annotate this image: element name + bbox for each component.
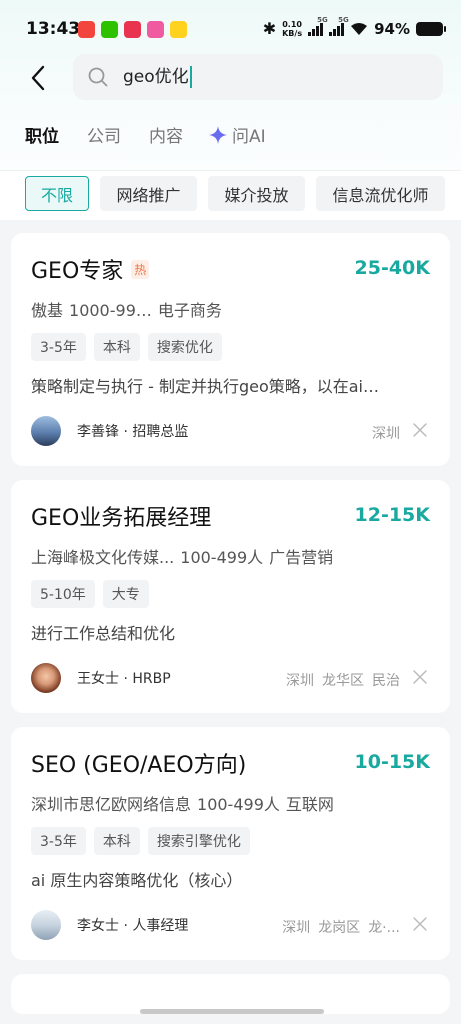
job-tag: 5-10年 (31, 580, 95, 608)
company-industry: 广告营销 (269, 548, 334, 567)
app-notification-icon (124, 21, 141, 38)
filter-chip-unlimited[interactable]: 不限 (25, 176, 89, 211)
filter-chip-network-promotion[interactable]: 网络推广 (100, 176, 197, 211)
search-input[interactable]: geo优化 (123, 66, 192, 88)
recruiter-name: 王女士 · HRBP (77, 671, 171, 687)
back-button[interactable] (22, 60, 54, 96)
hot-badge: 热 (131, 259, 150, 279)
status-bar: 13:43 ✱ 0.10 KB/s 5G 5G 94% (0, 0, 461, 58)
job-card[interactable]: GEO业务拓展经理 12-15K 上海峰极文化传媒... 100-499人 广告营销… (11, 480, 450, 713)
company-name: 深圳市思亿欧网络信息 (31, 795, 192, 814)
job-location: 深圳 龙华区 民治 (286, 673, 400, 689)
tab-companies[interactable]: 公司 (87, 122, 121, 147)
filter-chip-feed-optimizer[interactable]: 信息流优化师 (316, 176, 445, 211)
job-tag: 搜索引擎优化 (147, 827, 250, 855)
battery-icon (416, 21, 446, 36)
notification-icons (78, 21, 187, 38)
job-title: GEO专家 (31, 259, 124, 284)
job-title: SEO (GEO/AEO方向) (31, 753, 247, 778)
tab-ask-ai[interactable]: 问AI (208, 122, 266, 147)
job-tags: 3-5年 本科 搜索优化 (31, 333, 222, 361)
job-description: 进行工作总结和优化 (31, 624, 176, 643)
chevron-left-icon (31, 65, 45, 91)
company-industry: 电子商务 (157, 301, 222, 320)
signal-icon: 5G (329, 16, 349, 36)
company-info: 傲基 1000-99… 电子商务 (31, 297, 228, 321)
company-name: 傲基 (31, 301, 64, 320)
status-time: 13:43 (26, 19, 81, 39)
recruiter-name: 李女士 · 人事经理 (77, 918, 189, 934)
job-tag: 3-5年 (31, 827, 86, 855)
job-tag: 大专 (102, 580, 149, 608)
company-info: 上海峰极文化传媒... 100-499人 广告营销 (31, 544, 339, 568)
company-size: 100-499人 (197, 795, 280, 814)
filter-chip-media-placement[interactable]: 媒介投放 (208, 176, 305, 211)
close-icon[interactable] (412, 669, 428, 685)
wechat-icon (101, 21, 118, 38)
job-salary: 12-15K (354, 504, 431, 526)
bluetooth-icon: ✱ (262, 19, 277, 38)
company-size: 100-499人 (180, 548, 264, 567)
signal-icon: 5G (308, 16, 328, 36)
app-notification-icon (147, 21, 164, 38)
company-industry: 互联网 (285, 795, 334, 814)
recruiter-name: 李善锋 · 招聘总监 (77, 424, 189, 440)
avatar (31, 416, 61, 446)
job-tag: 本科 (93, 827, 140, 855)
recruiter: 王女士 · HRBP (31, 663, 171, 693)
job-card[interactable]: GEO专家 热 25-40K 傲基 1000-99… 电子商务 3-5年 本科 搜索… (11, 233, 450, 466)
job-salary: 10-15K (354, 751, 431, 773)
job-title: GEO业务拓展经理 (31, 506, 212, 531)
job-tags: 3-5年 本科 搜索引擎优化 (31, 827, 250, 855)
filter-bar: 不限 网络推广 媒介投放 信息流优化师 (0, 170, 461, 216)
job-tag: 3-5年 (31, 333, 86, 361)
sparkle-icon (209, 125, 227, 144)
battery-percent: 94% (374, 19, 410, 38)
tab-content[interactable]: 内容 (149, 122, 183, 147)
job-tag: 搜索优化 (147, 333, 222, 361)
close-icon[interactable] (412, 916, 428, 932)
network-speed: 0.10 KB/s (282, 19, 303, 38)
job-description: ai 原生内容策略优化（核心） (31, 871, 243, 890)
job-description: 策略制定与执行 - 制定并执行geo策略，以在ai… (31, 377, 379, 396)
search-box[interactable]: geo优化 (73, 54, 443, 100)
job-location: 深圳 (372, 426, 400, 442)
job-card[interactable] (11, 974, 450, 1014)
avatar (31, 663, 61, 693)
avatar (31, 910, 61, 940)
company-info: 深圳市思亿欧网络信息 100-499人 互联网 (31, 791, 340, 815)
job-salary: 25-40K (354, 257, 431, 279)
home-indicator (140, 1009, 324, 1014)
result-tabs: 职位 公司 内容 问AI (0, 116, 461, 152)
job-tag: 本科 (93, 333, 140, 361)
company-name: 上海峰极文化传媒... (31, 548, 175, 567)
company-size: 1000-99… (69, 301, 152, 320)
app-notification-icon (78, 21, 95, 38)
close-icon[interactable] (412, 422, 428, 438)
recruiter: 李善锋 · 招聘总监 (31, 416, 188, 446)
tab-ask-ai-label: 问AI (232, 127, 266, 147)
job-card[interactable]: SEO (GEO/AEO方向) 10-15K 深圳市思亿欧网络信息 100-499… (11, 727, 450, 960)
job-tags: 5-10年 大专 (31, 580, 149, 608)
app-notification-icon (170, 21, 187, 38)
job-location: 深圳 龙岗区 龙·... (282, 920, 400, 936)
tab-jobs[interactable]: 职位 (25, 122, 59, 147)
recruiter: 李女士 · 人事经理 (31, 910, 188, 940)
search-icon (88, 67, 108, 87)
